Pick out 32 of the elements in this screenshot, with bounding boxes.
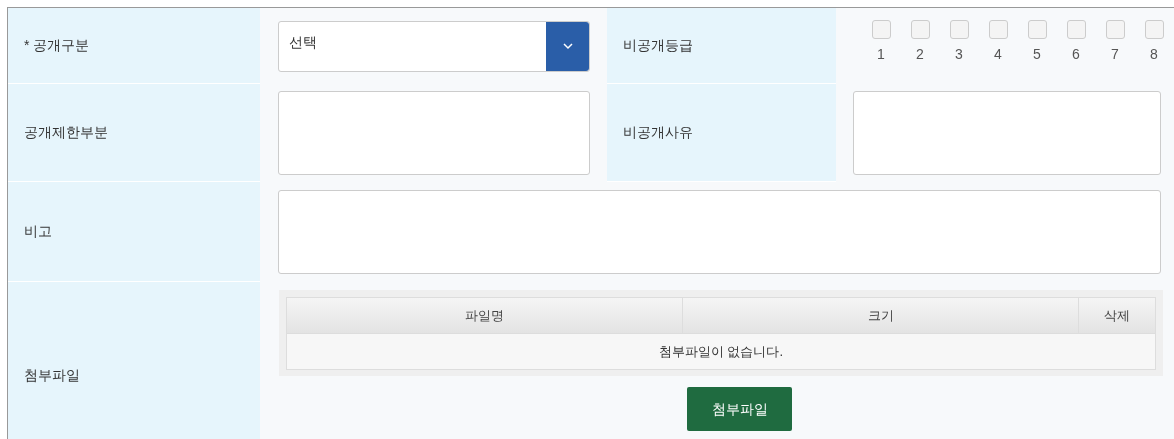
checkbox-label: 2 [916,47,924,61]
checkbox[interactable] [988,20,1008,39]
checkbox[interactable] [949,20,969,39]
checkbox-label: 7 [1111,47,1119,61]
field-label: 비공개사유 [623,123,693,142]
field-label: 첨부파일 [24,366,80,385]
checkbox-label: 3 [955,47,963,61]
checkbox-label: 6 [1072,47,1080,61]
select-dropdown[interactable]: 선택 [278,20,590,72]
chevron-down-icon [546,21,589,71]
checkbox[interactable] [871,20,891,39]
checkbox[interactable] [1027,20,1047,39]
text-area[interactable] [853,91,1161,175]
text-area[interactable] [278,91,590,175]
checkbox-label: 1 [877,47,885,61]
checkbox-label: 5 [1033,47,1041,61]
checkbox[interactable] [910,20,930,39]
column-header: 삭제 [1104,306,1130,325]
checkbox[interactable] [1066,20,1086,39]
checkbox[interactable] [1144,20,1164,39]
field-label: 비공개등급 [623,36,693,55]
attach-file-button[interactable]: 첨부파일 [687,387,792,431]
checkbox-label: 4 [994,47,1002,61]
field-label: * 공개구분 [24,36,90,55]
text-area[interactable] [278,190,1161,274]
column-header: 파일명 [465,306,504,325]
checkbox-label: 8 [1150,47,1158,61]
field-label: 공개제한부분 [24,123,108,142]
empty-message: 첨부파일이 없습니다. [658,342,784,361]
checkbox[interactable] [1105,20,1125,39]
column-header: 크기 [867,306,894,325]
field-label: 비고 [24,222,52,241]
